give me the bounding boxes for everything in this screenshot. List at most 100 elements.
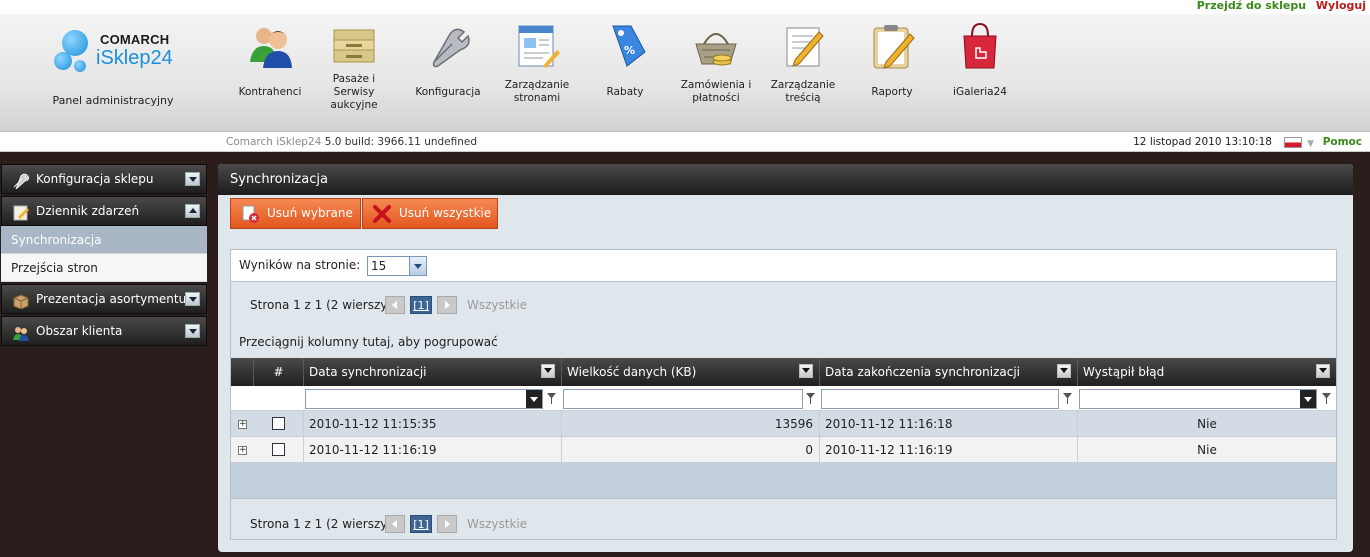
- sidebar-section-client-area[interactable]: Obszar klienta: [1, 316, 207, 346]
- delete-selected-label: Usuń wybrane: [267, 206, 353, 220]
- next-page-icon[interactable]: [437, 515, 457, 533]
- nav-label: Pasaże i Serwisy aukcyjne: [330, 72, 378, 111]
- nav-label: Zarządzanie treścią: [770, 79, 836, 104]
- expand-toggle-icon[interactable]: [185, 292, 200, 306]
- pager-bottom: Strona 1 z 1 (2 wierszy) [1] Wszystkie: [250, 515, 550, 533]
- filter-data-size[interactable]: [563, 389, 803, 409]
- filter-icon[interactable]: [547, 393, 556, 405]
- sidebar-item-page-transitions[interactable]: Przejścia stron: [1, 254, 207, 282]
- comarch-logo[interactable]: COMARCH iSklep24: [52, 22, 182, 82]
- logout-link[interactable]: Wyloguj: [1316, 0, 1366, 12]
- language-dropdown-icon[interactable]: ▼: [1307, 134, 1314, 154]
- cell-data-size: 13596: [561, 411, 819, 437]
- table-row[interactable]: + 2010-11-12 11:15:35 13596 2010-11-12 1…: [231, 411, 1336, 437]
- results-per-page-bar: Wyników na stronie: 15: [230, 249, 1337, 282]
- content-edit-icon: [779, 22, 827, 70]
- cell-error: Nie: [1077, 437, 1336, 463]
- filter-dropdown-icon[interactable]: [1300, 390, 1316, 408]
- table-row[interactable]: + 2010-11-12 11:16:19 0 2010-11-12 11:16…: [231, 437, 1336, 463]
- current-page-button[interactable]: [1]: [410, 515, 432, 533]
- filter-icon[interactable]: [1063, 393, 1072, 405]
- header: COMARCH iSklep24 Panel administracyjny K…: [0, 14, 1370, 132]
- expand-toggle-icon[interactable]: [185, 324, 200, 338]
- show-all-link[interactable]: Wszystkie: [467, 296, 527, 314]
- goto-shop-link[interactable]: Przejdź do sklepu: [1197, 0, 1306, 12]
- wrench-icon: [424, 22, 472, 70]
- shopping-bag-icon: [956, 22, 1004, 70]
- expand-row-icon[interactable]: +: [238, 420, 247, 429]
- nav-configuration[interactable]: Konfiguracja: [408, 22, 488, 106]
- delete-all-button[interactable]: Usuń wszystkie: [362, 198, 498, 229]
- filter-dropdown-icon[interactable]: [526, 390, 542, 408]
- svg-text:%: %: [624, 44, 635, 57]
- sync-grid: # Data synchronizacji Wielkość danych (K…: [231, 358, 1336, 499]
- nav-discounts[interactable]: % Rabaty: [585, 22, 665, 106]
- auction-folder-icon: [330, 22, 378, 70]
- panel-label: Panel administracyjny: [52, 94, 174, 107]
- cell-data-size: 0: [561, 437, 819, 463]
- header-data-size[interactable]: Wielkość danych (KB): [561, 358, 819, 386]
- sidebar-section-label: Obszar klienta: [36, 324, 123, 338]
- filter-icon[interactable]: [806, 393, 815, 405]
- column-menu-icon[interactable]: [541, 364, 555, 378]
- nav-label: Konfiguracja: [415, 85, 481, 98]
- nav-label: Zamówienia i płatności: [680, 79, 752, 104]
- header-end-date[interactable]: Data zakończenia synchronizacji: [819, 358, 1077, 386]
- box-icon: [12, 291, 30, 310]
- row-checkbox[interactable]: [272, 417, 285, 430]
- chevron-down-icon[interactable]: [409, 257, 426, 275]
- logo-mark-dot: [54, 52, 72, 70]
- column-menu-icon[interactable]: [1057, 364, 1071, 378]
- prev-page-icon[interactable]: [385, 296, 405, 314]
- report-clipboard-icon: [868, 22, 916, 70]
- help-link[interactable]: Pomoc: [1323, 132, 1362, 152]
- header-sync-date[interactable]: Data synchronizacji: [303, 358, 561, 386]
- current-page-button[interactable]: [1]: [410, 296, 432, 314]
- nav-orders[interactable]: Zamówienia i płatności: [676, 22, 756, 106]
- nav-label: Zarządzanie stronami: [504, 79, 570, 104]
- nav-pages[interactable]: Zarządzanie stronami: [497, 22, 577, 106]
- nav-label: iGaleria24: [953, 85, 1007, 98]
- nav-auctions[interactable]: Pasaże i Serwisy aukcyjne: [314, 22, 394, 111]
- expand-row-icon[interactable]: +: [238, 446, 247, 455]
- top-links: Przejdź do sklepu Wyloguj: [0, 0, 1370, 14]
- filter-icon[interactable]: [1322, 393, 1331, 405]
- header-error[interactable]: Wystąpił błąd: [1077, 358, 1336, 386]
- cell-end-date: 2010-11-12 11:16:18: [819, 411, 1077, 437]
- column-menu-icon[interactable]: [799, 364, 813, 378]
- basket-coins-icon: [692, 22, 740, 70]
- sidebar-section-label: Konfiguracja sklepu: [36, 172, 154, 186]
- delete-selected-button[interactable]: Usuń wybrane: [230, 198, 361, 229]
- expand-toggle-icon[interactable]: [185, 172, 200, 186]
- pager-text: Strona 1 z 1 (2 wierszy): [250, 517, 393, 531]
- filter-sync-date[interactable]: [305, 389, 543, 409]
- filter-end-date[interactable]: [821, 389, 1059, 409]
- prev-page-icon[interactable]: [385, 515, 405, 533]
- nav-contractors[interactable]: Kontrahenci: [230, 22, 310, 106]
- grid-footer-spacer: [231, 463, 1336, 499]
- nav-igaleria[interactable]: iGaleria24: [940, 22, 1020, 106]
- group-by-hint[interactable]: Przeciągnij kolumny tutaj, aby pogrupowa…: [239, 335, 498, 349]
- collapse-toggle-icon[interactable]: [185, 204, 200, 218]
- contractors-icon: [246, 22, 294, 70]
- cell-end-date: 2010-11-12 11:16:19: [819, 437, 1077, 463]
- nav-label: Rabaty: [606, 85, 644, 98]
- polish-flag-icon[interactable]: [1284, 137, 1302, 148]
- nav-content[interactable]: Zarządzanie treścią: [763, 22, 843, 106]
- grid-header: # Data synchronizacji Wielkość danych (K…: [231, 358, 1336, 386]
- event-log-items: Synchronizacja Przejścia stron: [1, 226, 207, 282]
- users-icon: [12, 323, 30, 341]
- column-menu-icon[interactable]: [1316, 364, 1330, 378]
- sidebar-section-event-log[interactable]: Dziennik zdarzeń: [1, 196, 207, 226]
- nav-reports[interactable]: Raporty: [852, 22, 932, 106]
- next-page-icon[interactable]: [437, 296, 457, 314]
- results-per-page-select[interactable]: 15: [367, 256, 427, 276]
- header-label: Wielkość danych (KB): [567, 365, 697, 379]
- sidebar-section-product-presentation[interactable]: Prezentacja asortymentu: [1, 284, 207, 314]
- filter-error[interactable]: [1079, 389, 1317, 409]
- show-all-link[interactable]: Wszystkie: [467, 515, 527, 533]
- row-checkbox[interactable]: [272, 443, 285, 456]
- sidebar-item-synchronization[interactable]: Synchronizacja: [1, 226, 207, 254]
- sidebar: Konfiguracja sklepu Dziennik zdarzeń Syn…: [1, 164, 207, 348]
- sidebar-section-shop-config[interactable]: Konfiguracja sklepu: [1, 164, 207, 194]
